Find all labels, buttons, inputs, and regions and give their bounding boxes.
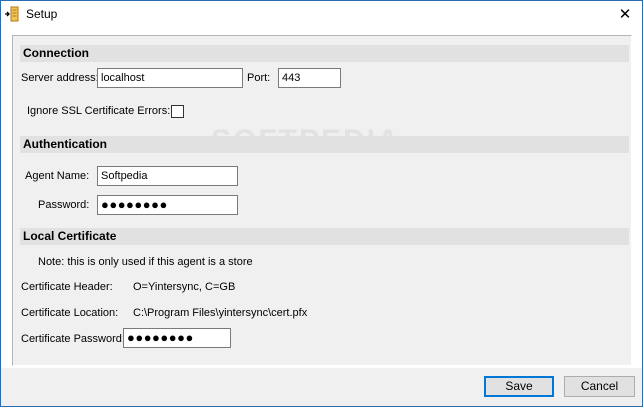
certificate-header-label: Certificate Header: <box>21 281 113 293</box>
button-bar: Save Cancel <box>1 368 642 406</box>
password-label: Password: <box>38 199 90 211</box>
agent-name-label: Agent Name: <box>25 170 90 182</box>
password-input[interactable]: ●●●●●●●● <box>97 195 238 215</box>
certificate-location-label: Certificate Location: <box>21 307 119 319</box>
ignore-ssl-label: Ignore SSL Certificate Errors: <box>27 105 171 117</box>
certificate-note: Note: this is only used if this agent is… <box>38 256 253 268</box>
setup-window: Setup ✕ SOFTPEDIA Connection Server addr… <box>0 0 643 407</box>
port-label: Port: <box>247 72 271 84</box>
certificate-header-value: O=Yintersync, C=GB <box>133 281 236 293</box>
connection-header: Connection <box>20 45 629 62</box>
ignore-ssl-checkbox[interactable] <box>171 105 184 118</box>
agent-name-input[interactable]: Softpedia <box>97 166 238 186</box>
certificate-password-label: Certificate Password: <box>21 333 125 345</box>
authentication-header: Authentication <box>20 136 629 153</box>
window-title: Setup <box>26 7 58 21</box>
setup-app-icon <box>4 6 20 22</box>
cancel-button[interactable]: Cancel <box>564 376 635 397</box>
settings-panel: SOFTPEDIA Connection Server address: loc… <box>12 35 632 366</box>
local-certificate-header: Local Certificate <box>20 228 629 245</box>
server-address-input[interactable]: localhost <box>97 68 243 88</box>
close-button[interactable]: ✕ <box>608 1 642 27</box>
port-input[interactable]: 443 <box>278 68 341 88</box>
certificate-location-value: C:\Program Files\yintersync\cert.pfx <box>133 307 308 319</box>
title-bar[interactable]: Setup ✕ <box>1 1 642 27</box>
certificate-password-input[interactable]: ●●●●●●●● <box>123 328 231 348</box>
server-address-label: Server address: <box>21 72 99 84</box>
save-button[interactable]: Save <box>484 376 554 397</box>
close-icon: ✕ <box>618 6 632 23</box>
